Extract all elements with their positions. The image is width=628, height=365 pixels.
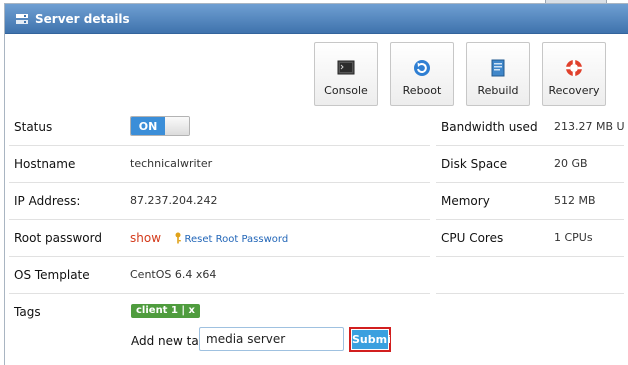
disk-row: Disk Space 20 GB [436,146,624,183]
os-template-row: OS Template CentOS 6.4 x64 [9,257,430,294]
reset-root-password-link[interactable]: Reset Root Password [185,234,289,245]
status-row: Status ON [9,109,430,146]
server-icon [16,13,28,24]
disk-value: 20 GB [554,157,588,170]
tags-row: Tags [9,294,430,331]
bandwidth-row: Bandwidth used 213.27 MB U [436,109,625,146]
cpu-value: 1 CPUs [554,231,593,244]
ip-value: 87.237.204.242 [130,194,218,207]
hostname-value: technicalwriter [130,157,213,170]
empty-row [436,257,624,294]
ip-row: IP Address: 87.237.204.242 [9,183,430,220]
rebuild-icon [491,59,505,77]
hostname-row: Hostname technicalwriter [9,146,430,183]
cpu-label: CPU Cores [441,231,504,245]
memory-label: Memory [441,194,490,208]
new-tag-input[interactable] [199,327,344,351]
disk-label: Disk Space [441,157,508,171]
reboot-icon [414,60,430,76]
rebuild-label: Rebuild [477,84,519,97]
root-password-actions: show Reset Root Password [130,231,288,245]
reboot-label: Reboot [402,84,442,97]
os-template-value: CentOS 6.4 x64 [130,268,217,281]
tags-label: Tags [14,305,41,319]
status-toggle[interactable]: ON [130,116,190,136]
key-icon [175,232,181,244]
bandwidth-value: 213.27 MB U [554,120,625,133]
root-password-row: Root password show Reset Root Password [9,220,430,257]
submit-button[interactable]: Submit [352,330,396,349]
root-password-label: Root password [14,231,102,245]
os-template-label: OS Template [14,268,90,282]
tag-badge[interactable]: client 1 | x [131,304,200,318]
reboot-button[interactable]: Reboot [390,42,454,106]
memory-row: Memory 512 MB [436,183,624,220]
status-toggle-knob [165,117,189,135]
recovery-label: Recovery [548,84,600,97]
bandwidth-label: Bandwidth used [441,120,538,134]
recovery-icon [566,60,582,76]
memory-value: 512 MB [554,194,596,207]
action-toolbar: Console Reboot Rebuild Recovery [314,42,606,106]
status-toggle-on: ON [131,117,165,135]
cpu-row: CPU Cores 1 CPUs [436,220,624,257]
rebuild-button[interactable]: Rebuild [466,42,530,106]
submit-highlight: Submit [349,327,396,352]
console-button[interactable]: Console [314,42,378,106]
hostname-label: Hostname [14,157,76,171]
panel-title: Server details [35,11,130,26]
ip-label: IP Address: [14,194,81,208]
recovery-button[interactable]: Recovery [542,42,606,106]
console-icon [337,60,355,75]
status-label: Status [14,120,53,134]
console-label: Console [324,84,368,97]
show-password-link[interactable]: show [130,231,161,245]
panel-titlebar: Server details [5,4,628,34]
